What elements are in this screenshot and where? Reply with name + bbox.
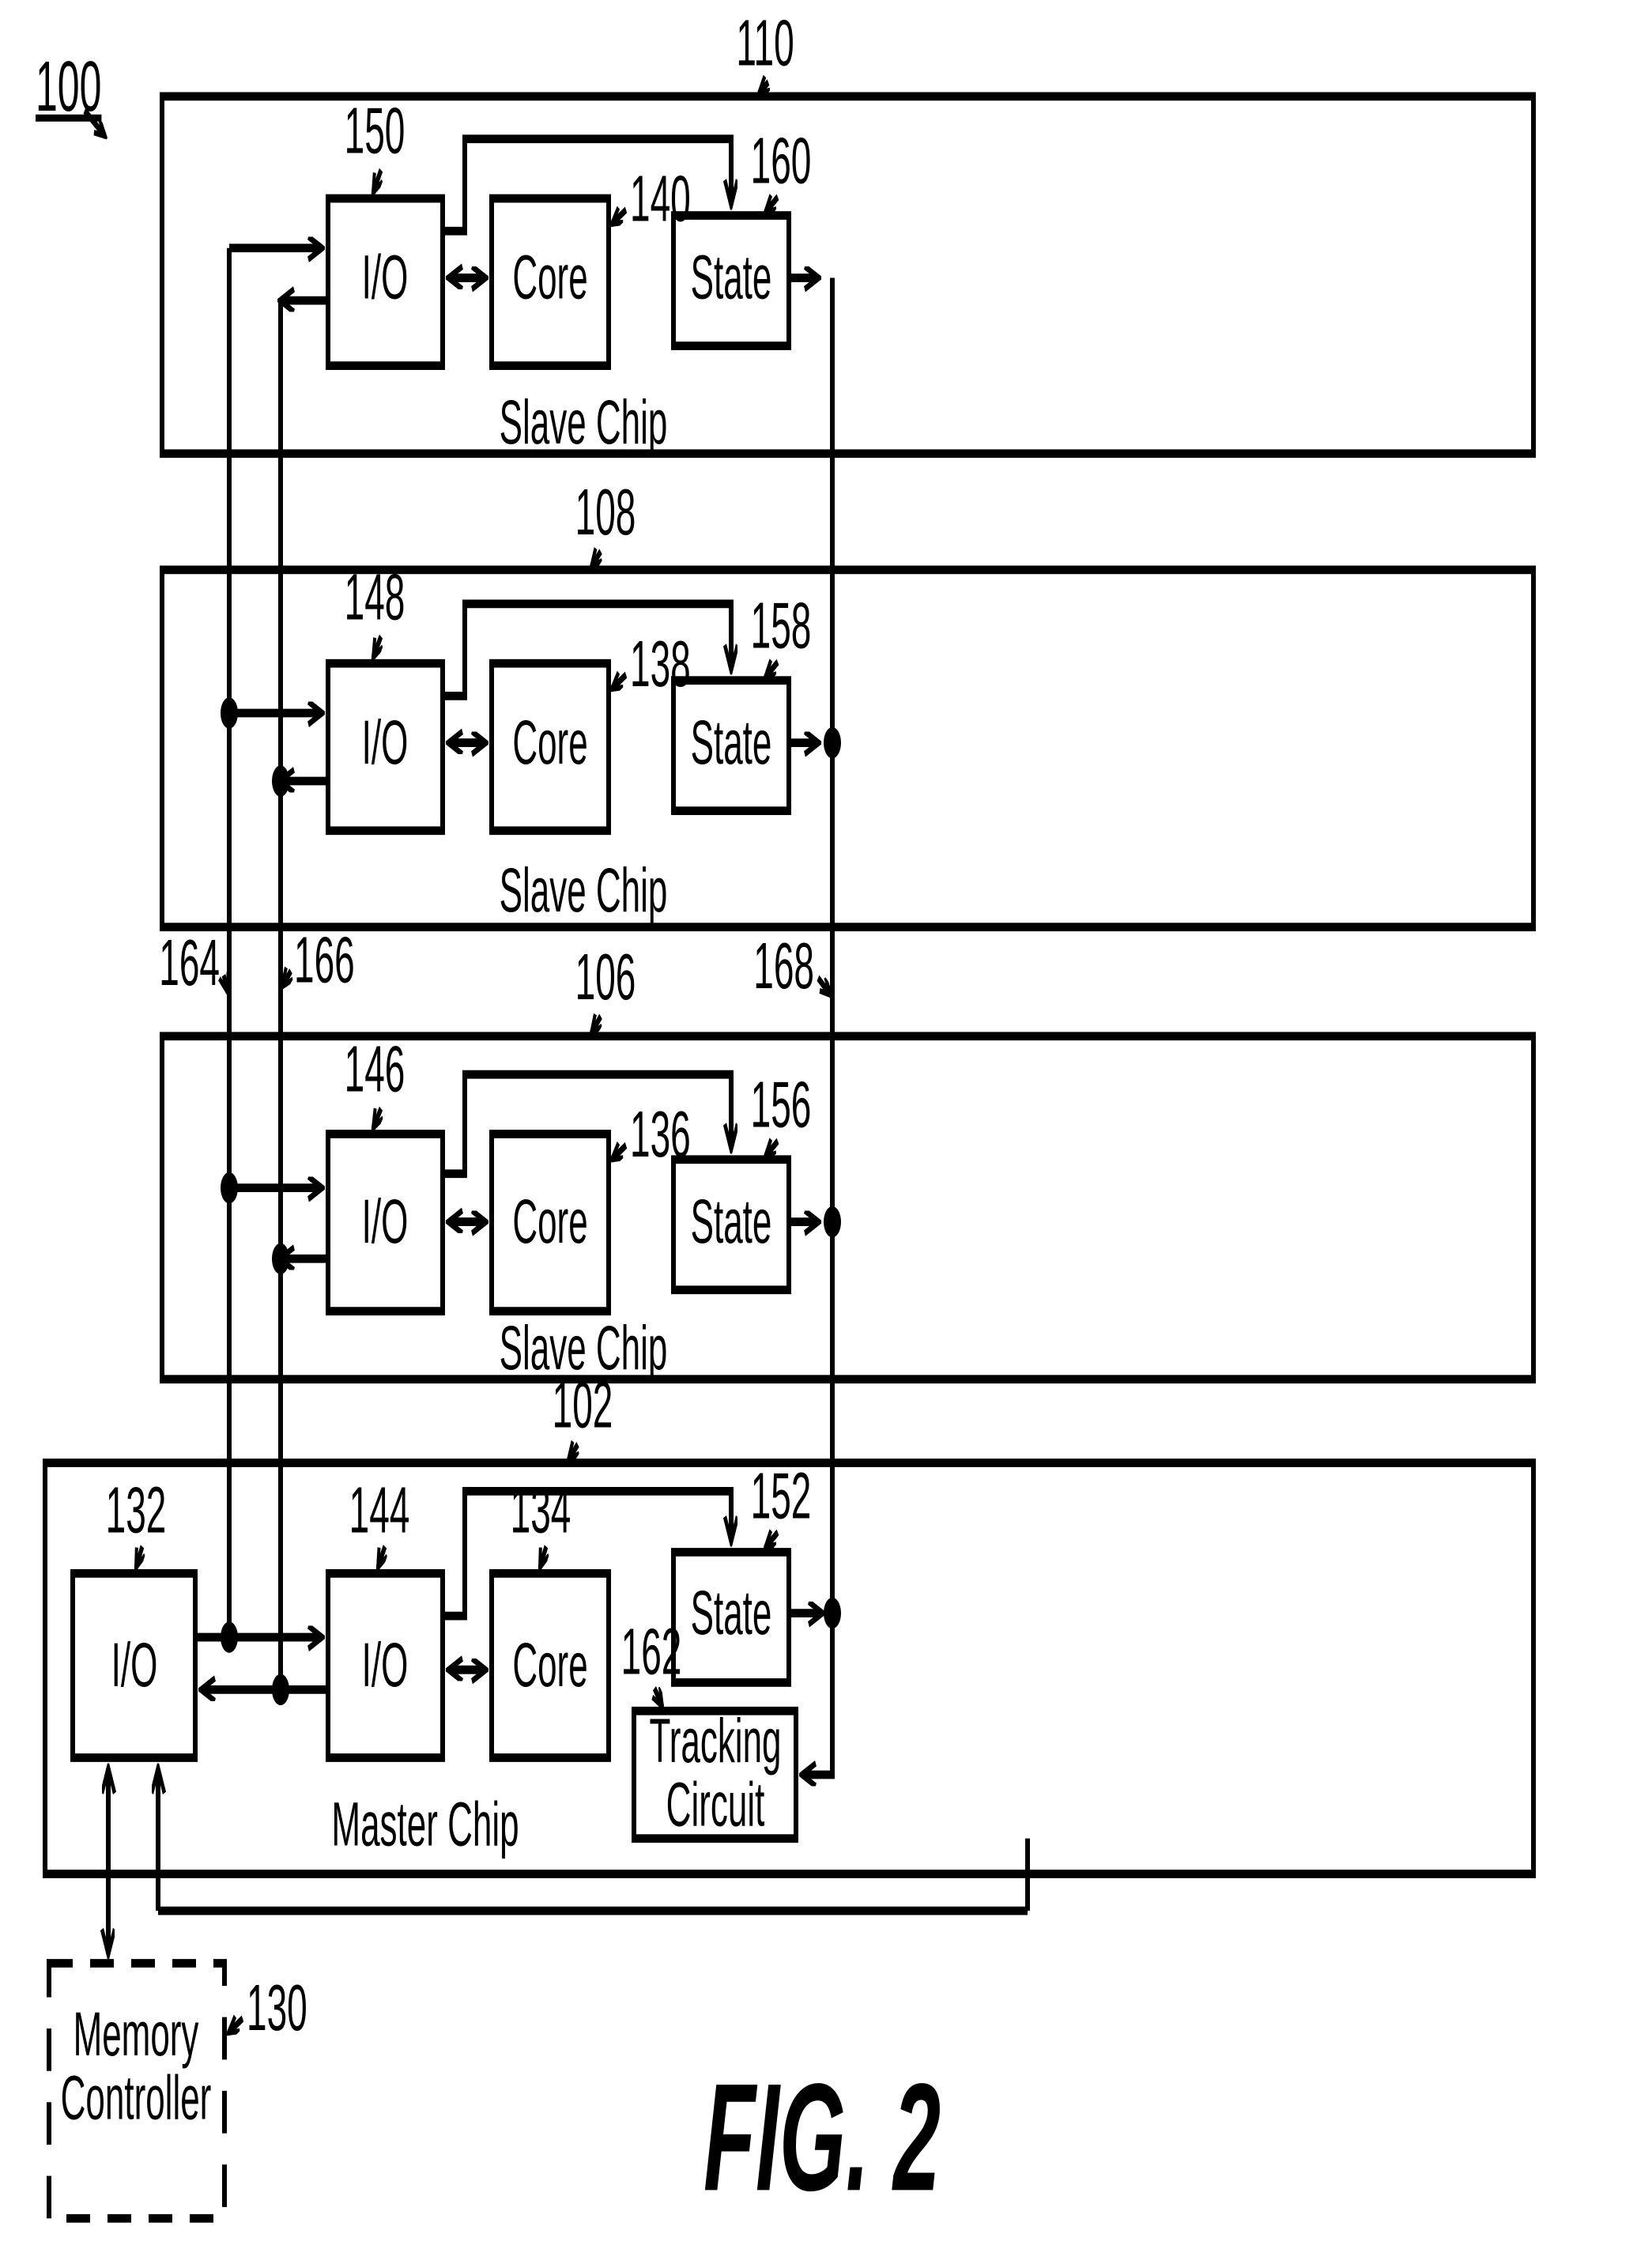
- patent-figure-page: I/O Core State Slave Chip I/O Core State…: [0, 0, 1637, 2268]
- reference-numeral-layer: 100 110 150 140 160 108 148 138 158 164 …: [36, 8, 941, 2224]
- ref-108: 108: [575, 477, 636, 549]
- ref-146: 146: [345, 1034, 405, 1106]
- ref-130: 130: [247, 1972, 307, 2044]
- ref-110: 110: [736, 8, 794, 80]
- ref-100: 100: [36, 47, 101, 126]
- leader-108: [591, 552, 601, 568]
- leader-148: [373, 634, 381, 658]
- leader-130: [228, 2018, 244, 2032]
- ref-156: 156: [751, 1070, 812, 1142]
- leader-166: [282, 971, 291, 987]
- ref-134: 134: [511, 1474, 571, 1546]
- leader-146: [373, 1106, 381, 1128]
- leader-144: [378, 1544, 385, 1568]
- leader-168: [817, 975, 831, 995]
- leader-152: [765, 1532, 779, 1548]
- leader-160: [765, 197, 779, 213]
- ref-152: 152: [751, 1461, 812, 1533]
- leader-158: [765, 662, 779, 677]
- leader-102: [568, 1444, 578, 1460]
- leader-136: [612, 1145, 628, 1160]
- leader-106: [591, 1017, 601, 1034]
- ref-158: 158: [751, 591, 812, 662]
- ref-140: 140: [630, 164, 691, 236]
- ref-144: 144: [349, 1474, 410, 1546]
- leader-140: [612, 209, 628, 224]
- ref-136: 136: [630, 1099, 691, 1171]
- leader-156: [765, 1141, 779, 1157]
- ref-148: 148: [345, 562, 405, 634]
- ref-164: 164: [159, 927, 220, 999]
- ref-162: 162: [621, 1617, 682, 1689]
- ref-102: 102: [553, 1370, 613, 1442]
- ref-132: 132: [106, 1474, 167, 1546]
- leader-138: [612, 675, 628, 689]
- leader-134: [540, 1545, 546, 1568]
- ref-150: 150: [345, 96, 405, 168]
- leader-110: [759, 82, 768, 93]
- leader-132: [136, 1545, 142, 1568]
- leader-164: [224, 976, 228, 993]
- ref-106: 106: [575, 942, 636, 1013]
- leader-150: [373, 168, 381, 193]
- leader-162: [654, 1685, 662, 1707]
- figure-caption: FIG. 2: [703, 2052, 941, 2223]
- ref-160: 160: [751, 125, 812, 197]
- ref-166: 166: [294, 925, 355, 997]
- ref-168: 168: [753, 930, 814, 1002]
- ref-138: 138: [630, 628, 691, 700]
